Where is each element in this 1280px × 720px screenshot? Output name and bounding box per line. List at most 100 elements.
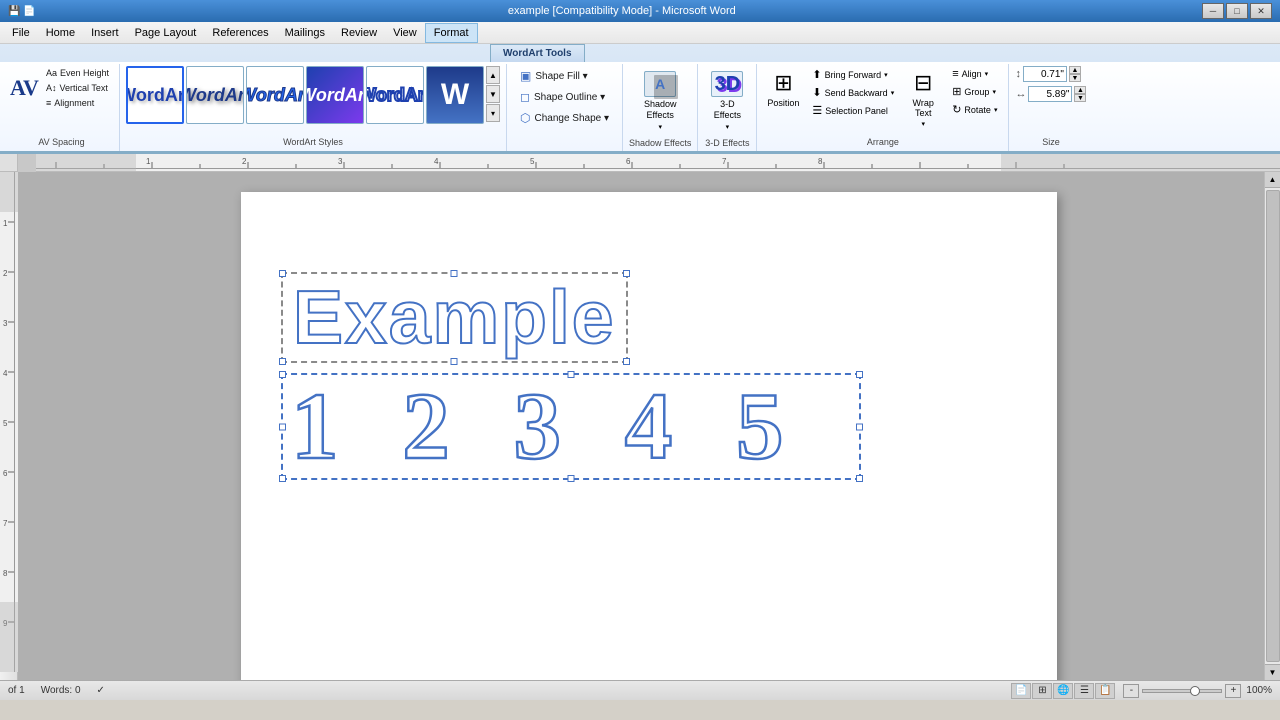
even-height-button[interactable]: Aa Even Height [42, 66, 113, 80]
menu-file[interactable]: File [4, 23, 38, 43]
nums-handle-tr[interactable] [856, 371, 863, 378]
zoom-out-button[interactable]: - [1123, 684, 1139, 698]
rotate-button[interactable]: ↻ Rotate ▾ [947, 101, 1002, 118]
threed-effects-button[interactable]: 3D 3-DEffects ▾ [704, 66, 750, 136]
zoom-controls: - + 100% [1123, 684, 1272, 698]
nums-handle-tm[interactable] [568, 371, 575, 378]
wordart-styles-content: WordArt WordArt WordArt WordArt WordArt … [126, 66, 500, 135]
svg-text:5: 5 [530, 157, 535, 166]
change-shape-button[interactable]: ⬡ Change Shape ▾ [513, 108, 616, 128]
height-up[interactable]: ▲ [1069, 66, 1081, 74]
ruler-horizontal: // We'll just draw static ticks [36, 154, 1280, 172]
scroll-down-button[interactable]: ▼ [1265, 664, 1280, 680]
handle-bm[interactable] [451, 358, 458, 365]
nums-handle-bl[interactable] [279, 475, 286, 482]
wordart-example-line1[interactable]: Example [281, 272, 628, 363]
arrange-group-content: ⊞ Position ⬆ Bring Forward ▾ ⬇ Send Back… [763, 66, 1002, 135]
svg-text:2: 2 [3, 269, 8, 278]
handle-tr[interactable] [623, 270, 630, 277]
handle-tl[interactable] [279, 270, 286, 277]
group-size: ↕ ▲ ▼ ↔ ▲ ▼ [1009, 64, 1092, 151]
maximize-button[interactable]: □ [1226, 3, 1248, 19]
styles-scroll-up[interactable]: ▲ [486, 66, 500, 84]
rotate-icon: ↻ [952, 103, 961, 116]
vertical-scrollbar[interactable]: ▲ ▼ [1264, 172, 1280, 680]
selection-panel-icon: ☰ [812, 104, 822, 117]
wordart-style-4[interactable]: WordArt [306, 66, 364, 124]
height-down[interactable]: ▼ [1069, 74, 1081, 82]
view-draft-button[interactable]: 📋 [1095, 683, 1115, 699]
send-backward-button[interactable]: ⬇ Send Backward ▾ [807, 84, 899, 101]
wordart-numbers-container[interactable]: 1 2 3 4 5 [281, 373, 1017, 480]
menu-references[interactable]: References [204, 23, 276, 43]
menu-mailings[interactable]: Mailings [277, 23, 333, 43]
zoom-slider[interactable] [1142, 689, 1222, 693]
wrap-text-label: WrapText [913, 98, 934, 118]
menu-insert[interactable]: Insert [83, 23, 127, 43]
nums-handle-mr[interactable] [856, 423, 863, 430]
shape-fill-button[interactable]: ▣ Shape Fill ▾ [513, 66, 616, 86]
menu-review[interactable]: Review [333, 23, 385, 43]
handle-bl[interactable] [279, 358, 286, 365]
wordart-tools-tab[interactable]: WordArt Tools [490, 44, 585, 62]
scroll-up-button[interactable]: ▲ [1265, 172, 1280, 188]
width-up[interactable]: ▲ [1074, 86, 1086, 94]
svg-text:8: 8 [3, 569, 8, 578]
nums-handle-br[interactable] [856, 475, 863, 482]
group-button[interactable]: ⊞ Group ▾ [947, 83, 1002, 100]
wordart-style-3[interactable]: WordArt [246, 66, 304, 124]
height-input-row: ↕ ▲ ▼ [1015, 66, 1086, 82]
group-shape: ▣ Shape Fill ▾ ◻ Shape Outline ▾ ⬡ Chang… [507, 64, 623, 151]
shape-outline-button[interactable]: ◻ Shape Outline ▾ [513, 87, 616, 107]
align-chevron: ▾ [985, 70, 989, 78]
nums-handle-tl[interactable] [279, 371, 286, 378]
wordart-style-6[interactable]: W [426, 66, 484, 124]
wordart-styles-list: WordArt WordArt WordArt WordArt WordArt … [126, 66, 484, 124]
close-button[interactable]: ✕ [1250, 3, 1272, 19]
nums-handle-bm[interactable] [568, 475, 575, 482]
menu-home[interactable]: Home [38, 23, 83, 43]
ruler-vertical-svg: 1 2 3 4 5 6 7 8 9 [0, 172, 18, 672]
vertical-text-button[interactable]: A↕ Vertical Text [42, 81, 113, 95]
document-scroll[interactable]: Example 1 2 3 4 5 [18, 172, 1280, 680]
align-button[interactable]: ≡ Align ▾ [947, 66, 1002, 82]
height-input[interactable] [1023, 66, 1067, 82]
zoom-level: 100% [1246, 685, 1272, 696]
svg-text:3: 3 [3, 319, 8, 328]
menu-view[interactable]: View [385, 23, 425, 43]
wordart-style-2[interactable]: WordArt [186, 66, 244, 124]
nums-handle-ml[interactable] [279, 423, 286, 430]
menu-page-layout[interactable]: Page Layout [127, 23, 205, 43]
size-inputs: ↕ ▲ ▼ ↔ ▲ ▼ [1015, 66, 1086, 102]
handle-br[interactable] [623, 358, 630, 365]
position-button[interactable]: ⊞ Position [763, 66, 803, 112]
svg-text:5: 5 [3, 419, 8, 428]
view-outline-button[interactable]: ☰ [1074, 683, 1094, 699]
wordart-style-1[interactable]: WordArt [126, 66, 184, 124]
wordart-example-container[interactable]: Example [281, 272, 1017, 363]
width-down[interactable]: ▼ [1074, 94, 1086, 102]
menu-format[interactable]: Format [425, 23, 478, 43]
width-input[interactable] [1028, 86, 1072, 102]
zoom-slider-thumb[interactable] [1190, 686, 1200, 696]
zoom-in-button[interactable]: + [1225, 684, 1241, 698]
bring-forward-button[interactable]: ⬆ Bring Forward ▾ [807, 66, 899, 83]
menu-bar: File Home Insert Page Layout References … [0, 22, 1280, 44]
handle-tm[interactable] [451, 270, 458, 277]
shadow-effects-button[interactable]: A ShadowEffects ▾ [637, 66, 684, 136]
styles-scroll-more[interactable]: ▾ [486, 104, 500, 122]
bring-forward-icon: ⬆ [812, 68, 821, 81]
scroll-thumb[interactable] [1266, 190, 1280, 662]
alignment-button[interactable]: ≡ Alignment [42, 96, 113, 110]
title-bar-text: example [Compatibility Mode] - Microsoft… [42, 5, 1202, 17]
wrap-text-button[interactable]: ⊟ WrapText ▾ [903, 66, 943, 132]
view-print-button[interactable]: 📄 [1011, 683, 1031, 699]
wordart-style-5[interactable]: WordArt [366, 66, 424, 124]
view-web-button[interactable]: 🌐 [1053, 683, 1073, 699]
selection-panel-button[interactable]: ☰ Selection Panel [807, 102, 899, 119]
view-fullscreen-button[interactable]: ⊞ [1032, 683, 1052, 699]
styles-scroll-down[interactable]: ▼ [486, 85, 500, 103]
minimize-button[interactable]: ─ [1202, 3, 1224, 19]
page-indicator: of 1 [8, 685, 25, 696]
wordart-numbers-line[interactable]: 1 2 3 4 5 [281, 373, 861, 480]
